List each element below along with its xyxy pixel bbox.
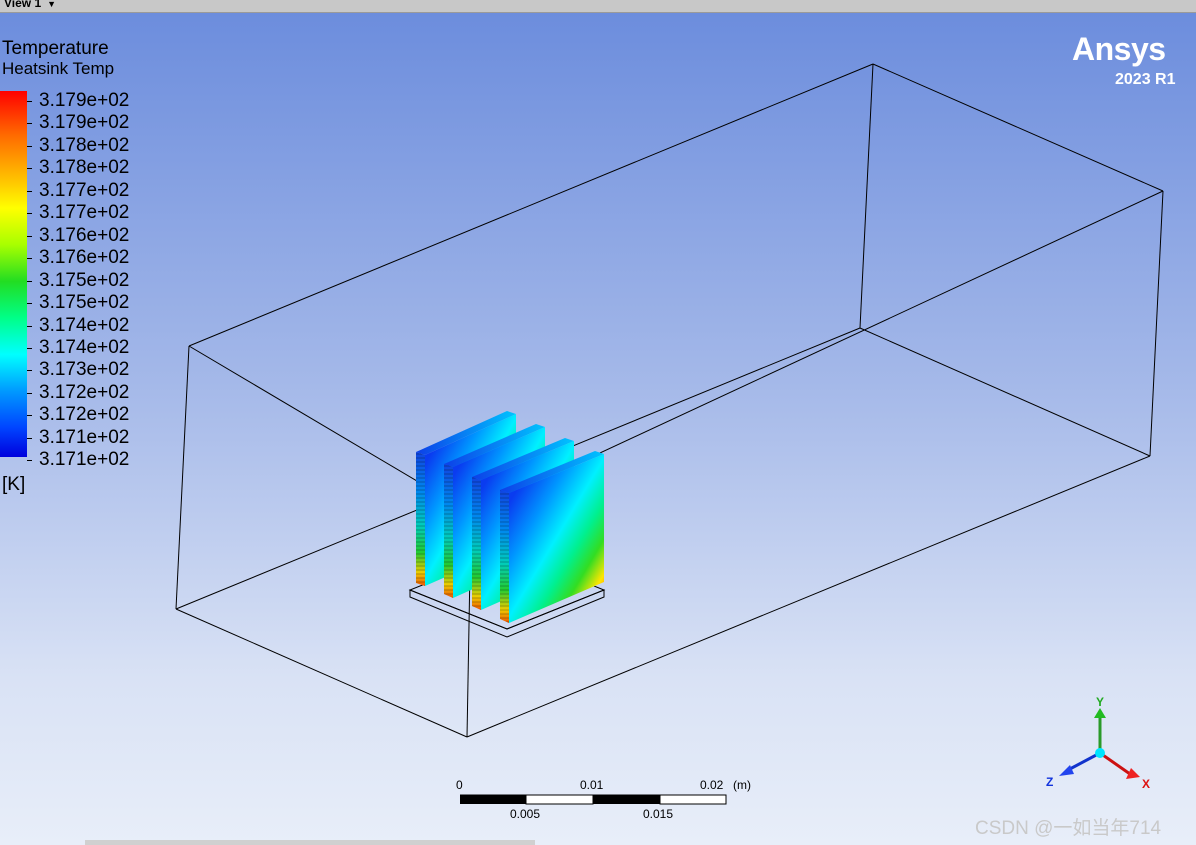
legend-tick: [27, 370, 32, 372]
view-tab-label: View 1: [4, 0, 42, 10]
legend-label: 3.178e+02: [39, 157, 130, 179]
legend-label: 3.171e+02: [39, 426, 130, 448]
legend-tick: [27, 123, 32, 125]
legend-tick: [27, 235, 32, 237]
watermark-text: CSDN @一如当年714: [975, 818, 1162, 839]
legend-tick: [27, 437, 32, 439]
legend-tick: [27, 392, 32, 394]
legend-tick: [27, 168, 32, 170]
scale-label-0-01: 0.01: [580, 778, 604, 792]
chevron-down-icon: ▼: [47, 0, 57, 9]
legend-tick: [27, 347, 32, 349]
overlay-layer: Temperature Heatsink Temp 3.179e+02 3.179…: [0, 13, 1196, 845]
legend-label: 3.177e+02: [39, 179, 130, 201]
viewport-title-bar: View 1 ▼: [0, 0, 1196, 13]
legend-subtitle: Heatsink Temp: [2, 59, 115, 78]
scale-label-0-005: 0.005: [510, 807, 541, 821]
legend-tick: [27, 280, 32, 282]
legend-title: Temperature: [2, 38, 109, 59]
legend-label: 3.176e+02: [39, 247, 130, 269]
scale-label-0-015: 0.015: [643, 807, 674, 821]
legend-label: 3.179e+02: [39, 90, 130, 111]
legend-tick: [27, 415, 32, 417]
legend-label: 3.174e+02: [39, 336, 130, 358]
legend-tick: [27, 258, 32, 260]
legend-label: 3.176e+02: [39, 224, 130, 246]
legend-label: 3.171e+02: [39, 449, 130, 471]
legend-colorbar: [0, 91, 27, 457]
scale-label-0-02: 0.02: [700, 778, 724, 792]
legend-label: 3.178e+02: [39, 134, 130, 156]
graphics-viewport[interactable]: Y X Z Temperature Heatsink Temp 3.179e+0…: [0, 13, 1196, 845]
legend-label: 3.174e+02: [39, 314, 130, 336]
legend-tick: [27, 460, 32, 462]
legend-label: 3.172e+02: [39, 404, 130, 426]
legend-label: 3.175e+02: [39, 292, 130, 314]
ansys-logo: Ansys: [1072, 31, 1166, 67]
bottom-scrollbar[interactable]: [85, 840, 535, 845]
legend-tick: [27, 325, 32, 327]
legend-unit: [K]: [2, 474, 26, 495]
legend-label: 3.172e+02: [39, 381, 130, 403]
legend-label: 3.173e+02: [39, 359, 130, 381]
legend-tick: [27, 101, 32, 102]
view-selector-tab[interactable]: View 1 ▼: [4, 0, 56, 10]
scale-unit: (m): [733, 778, 751, 792]
legend-tick: [27, 145, 32, 147]
legend-label: 3.179e+02: [39, 112, 130, 134]
legend-tick: [27, 190, 32, 192]
legend-label: 3.175e+02: [39, 269, 130, 291]
legend-label: 3.177e+02: [39, 202, 130, 224]
legend-tick: [27, 213, 32, 215]
legend-tick: [27, 303, 32, 305]
ansys-version: 2023 R1: [1115, 71, 1176, 88]
scale-label-0: 0: [456, 778, 463, 792]
